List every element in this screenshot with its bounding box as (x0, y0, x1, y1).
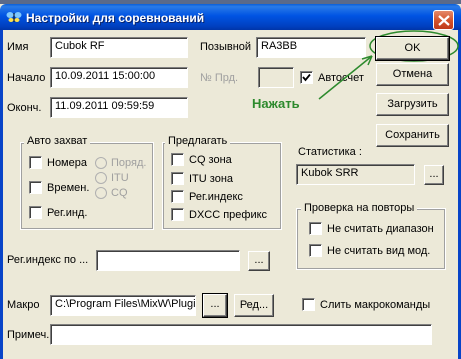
autocapture-region-label: Рег.инд. (47, 207, 88, 219)
window-title: Настройки для соревнований (26, 11, 205, 25)
itu-zone-checkbox[interactable] (171, 172, 184, 185)
merge-macros-checkbox[interactable] (302, 298, 315, 311)
region-index-label: Рег.индекс (189, 191, 243, 203)
autoreport-checkbox[interactable] (300, 71, 313, 84)
dxcc-prefix-label: DXCC префикс (189, 209, 268, 221)
region-by-field[interactable] (96, 250, 240, 271)
macro-edit-button[interactable]: Ред... (234, 294, 274, 317)
cq-zone-label: CQ зона (189, 154, 232, 166)
autocapture-time-label: Времен. (47, 182, 90, 194)
save-button[interactable]: Сохранить (376, 124, 449, 147)
callsign-label: Позывной (200, 41, 252, 53)
checkmark-icon (302, 73, 311, 82)
press-annotation: Нажать (252, 96, 300, 111)
autocapture-numbers-checkbox[interactable] (29, 156, 42, 169)
statistics-field[interactable]: Kubok SRR (296, 164, 415, 185)
note-label: Примеч. (7, 329, 50, 341)
region-index-checkbox[interactable] (171, 190, 184, 203)
start-time-field[interactable]: 10.09.2011 15:00:00 (50, 67, 188, 88)
ignore-band-checkbox[interactable] (309, 222, 322, 235)
dxcc-prefix-checkbox[interactable] (171, 208, 184, 221)
ignore-mode-label: Не считать вид мод. (327, 245, 431, 257)
order-radio (95, 157, 107, 169)
close-icon (438, 15, 450, 26)
close-button[interactable] (433, 10, 454, 30)
serial-label: № Прд. (200, 72, 239, 84)
region-by-label: Рег.индекс по ... (7, 254, 89, 266)
itu-radio (95, 172, 107, 184)
autocapture-time-checkbox[interactable] (29, 181, 42, 194)
ignore-mode-checkbox[interactable] (309, 244, 322, 257)
macro-path-field[interactable]: C:\Program Files\MixW\Plugi (50, 295, 196, 316)
cancel-button[interactable]: Отмена (376, 63, 449, 86)
load-button[interactable]: Загрузить (376, 93, 449, 116)
region-by-browse-button[interactable]: ... (248, 251, 270, 271)
name-label: Имя (7, 41, 29, 53)
macro-browse-button[interactable]: ... (202, 293, 228, 318)
ok-button[interactable]: OK (375, 36, 450, 61)
start-label: Начало (7, 72, 46, 84)
note-field[interactable] (50, 324, 432, 345)
cq-radio (95, 187, 107, 199)
macro-label: Макро (7, 299, 40, 311)
window-frame-left (0, 30, 3, 359)
title-bar: Настройки для соревнований (0, 4, 461, 30)
dupe-check-group (296, 208, 446, 270)
serial-field (258, 67, 294, 88)
statistics-label: Статистика : (298, 146, 362, 158)
suggest-title: Предлагать (165, 135, 231, 147)
autocapture-numbers-label: Номера (47, 157, 87, 169)
dupe-check-title: Проверка на повторы (301, 202, 418, 214)
cq-zone-checkbox[interactable] (171, 153, 184, 166)
butterfly-icon (6, 12, 22, 22)
cq-label: CQ (111, 187, 128, 199)
merge-macros-label: Слить макрокоманды (320, 299, 431, 311)
itu-label: ITU (111, 172, 129, 184)
ignore-band-label: Не считать диапазон (327, 223, 434, 235)
order-label: Поряд. (111, 157, 147, 169)
autocapture-title: Авто захват (24, 135, 91, 147)
name-field[interactable]: Cubok RF (50, 37, 188, 58)
autocapture-region-checkbox[interactable] (29, 206, 42, 219)
statistics-browse-button[interactable]: ... (424, 165, 444, 185)
end-time-field[interactable]: 11.09.2011 09:59:59 (50, 97, 188, 118)
itu-zone-label: ITU зона (189, 173, 234, 185)
end-label: Оконч. (7, 102, 42, 114)
